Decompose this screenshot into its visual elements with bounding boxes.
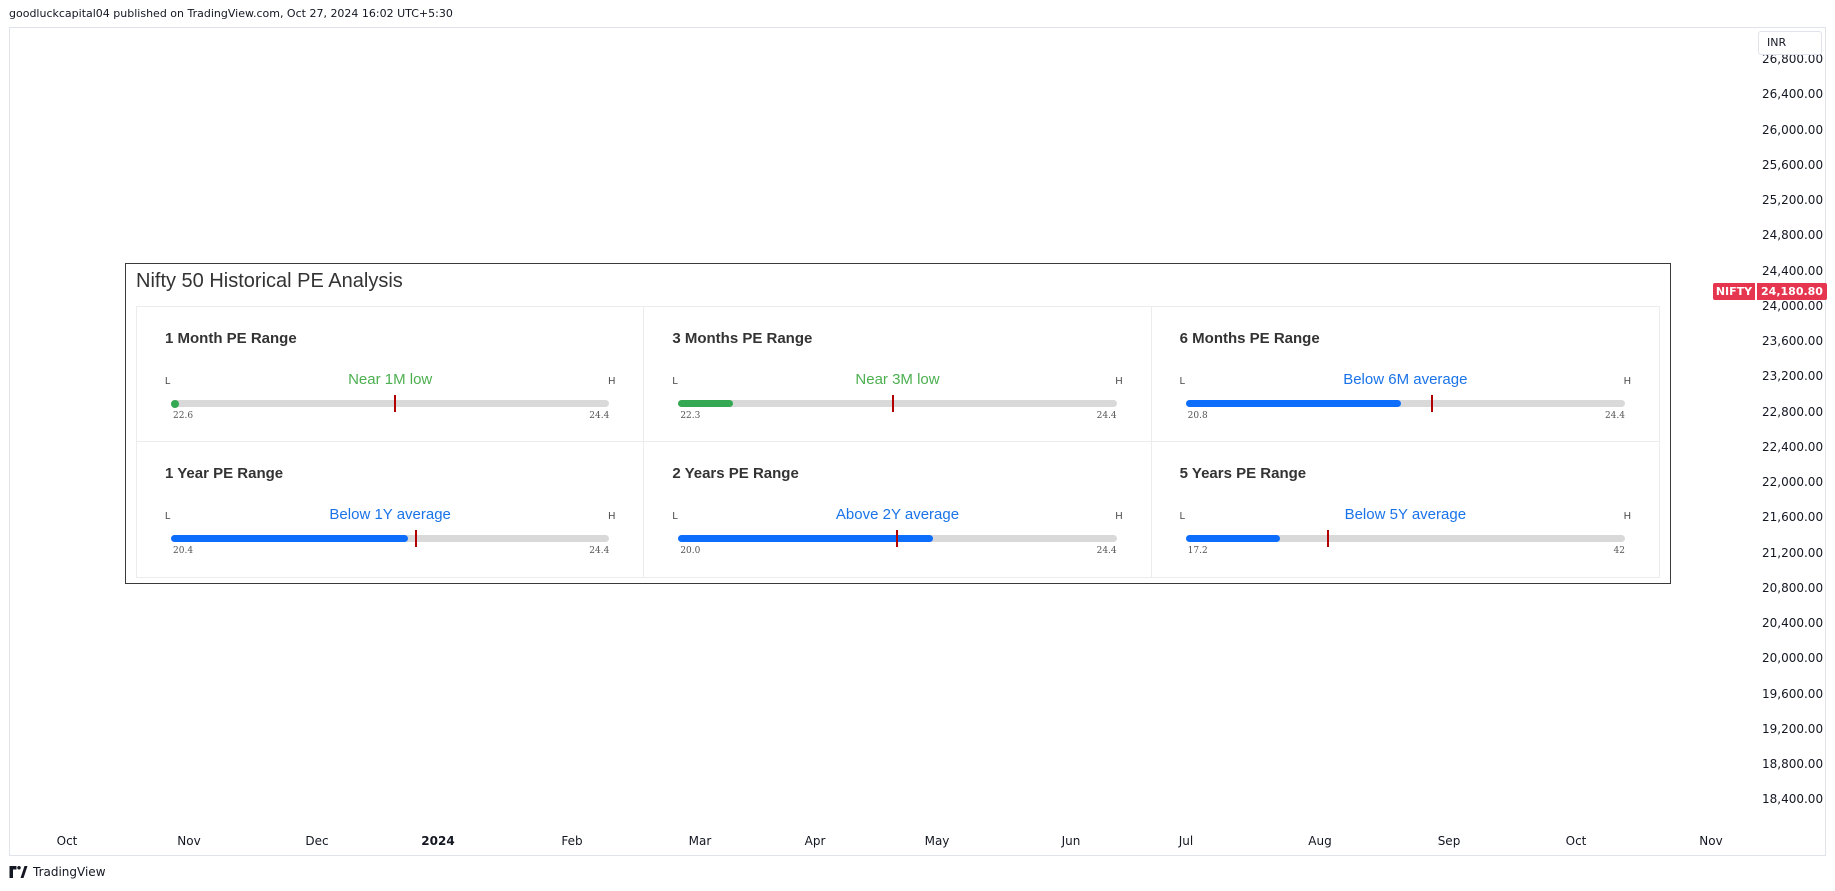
price-axis-label: 24,400.00 <box>1762 263 1824 278</box>
last-price-tag: NIFTY 24,180.80 <box>1713 283 1827 300</box>
pe-range-card: 5 Years PE Range L H Below 5Y average 17.2 42 <box>1152 442 1659 577</box>
card-title: 1 Year PE Range <box>165 465 284 482</box>
time-axis-label: Jun <box>1061 834 1081 848</box>
time-axis[interactable]: Oct Nov Dec 2024 Feb Mar Apr May Jun Jul Aug Sep Oct… <box>9 834 1723 854</box>
time-axis-label: Jul <box>1178 834 1194 848</box>
range-track <box>678 530 1117 547</box>
currency-button[interactable]: INR <box>1758 31 1822 55</box>
range-status: Below 1Y average <box>329 506 451 523</box>
pe-range-grid: 1 Month PE Range L H Near 1M low 22.6 24.4 3 M… <box>136 306 1660 578</box>
range-low-value: 17.2 <box>1187 546 1208 556</box>
range-low-value: 20.8 <box>1187 411 1208 421</box>
range-track <box>678 395 1117 412</box>
time-axis-label: Sep <box>1437 834 1461 848</box>
price-axis-label: 25,600.00 <box>1762 157 1824 172</box>
price-axis-label: 22,800.00 <box>1762 404 1824 419</box>
time-axis-label: Oct <box>1565 834 1587 848</box>
range-low-value: 20.0 <box>680 546 701 556</box>
price-axis[interactable]: 26,800.00 26,400.00 26,000.00 25,600.00 25,2… <box>1700 0 1835 891</box>
price-axis-label: 26,400.00 <box>1762 87 1824 102</box>
range-status: Below 6M average <box>1343 371 1468 388</box>
time-axis-label: Feb <box>561 834 583 848</box>
range-low-value: 22.3 <box>680 411 701 421</box>
price-axis-label: 24,800.00 <box>1762 228 1824 243</box>
range-high-value: 42 <box>1613 546 1625 556</box>
tradingview-logo[interactable]: TradingView <box>9 865 106 879</box>
average-marker <box>393 395 396 412</box>
price-axis-label: 24,000.00 <box>1762 298 1824 313</box>
range-high-value: 24.4 <box>589 411 610 421</box>
time-axis-label: Apr <box>804 834 826 848</box>
last-price-value: 24,180.80 <box>1757 283 1827 300</box>
range-high-value: 24.4 <box>1096 411 1117 421</box>
tradingview-logo-icon <box>9 866 28 878</box>
range-track <box>171 530 610 547</box>
range-track <box>1185 530 1625 547</box>
current-pe-fill <box>171 399 179 408</box>
logo-text: TradingView <box>33 865 106 879</box>
time-axis-label: Oct <box>56 834 78 848</box>
time-axis-label: 2024 <box>421 834 455 848</box>
current-pe-fill <box>171 535 408 542</box>
range-low-value: 20.4 <box>173 546 194 556</box>
current-pe-fill <box>1185 535 1281 542</box>
range-high-value: 24.4 <box>1604 411 1625 421</box>
price-axis-label: 21,600.00 <box>1762 510 1824 525</box>
current-pe-fill <box>678 400 734 407</box>
price-axis-label: 19,200.00 <box>1762 721 1824 736</box>
range-high-value: 24.4 <box>1096 546 1117 556</box>
time-axis-label: Nov <box>177 834 201 848</box>
average-marker <box>1327 530 1330 547</box>
pe-range-card: 6 Months PE Range L H Below 6M average 20.8 2… <box>1151 307 1659 442</box>
price-axis-label: 22,000.00 <box>1762 475 1824 489</box>
pe-range-card: 1 Year PE Range L H Below 1Y average 20.4 24.… <box>137 442 645 577</box>
card-title: 5 Years PE Range <box>1179 465 1307 482</box>
pe-range-card: 3 Months PE Range L H Near 3M low 22.3 24.4 <box>644 307 1152 442</box>
range-low-value: 22.6 <box>173 411 194 421</box>
time-axis-label: May <box>924 834 950 848</box>
time-axis-label: Mar <box>688 834 712 848</box>
time-axis-label: Aug <box>1308 834 1332 848</box>
price-axis-label: 26,000.00 <box>1762 122 1824 137</box>
average-marker <box>415 530 418 547</box>
range-status: Above 2Y average <box>835 506 960 523</box>
symbol-label: NIFTY <box>1713 283 1755 300</box>
price-axis-label: 25,200.00 <box>1762 193 1824 207</box>
average-marker <box>896 530 899 547</box>
published-caption: goodluckcapital04 published on TradingVi… <box>9 7 453 20</box>
card-title: 3 Months PE Range <box>672 330 813 347</box>
price-axis-label: 18,400.00 <box>1762 792 1824 807</box>
pe-range-card: 1 Month PE Range L H Near 1M low 22.6 24.4 <box>137 307 645 442</box>
time-axis-label: Nov <box>1699 834 1723 848</box>
price-axis-label: 23,200.00 <box>1762 369 1824 384</box>
average-marker <box>892 395 895 412</box>
price-axis-label: 22,400.00 <box>1762 439 1824 454</box>
range-track <box>1185 395 1625 412</box>
card-title: 1 Month PE Range <box>165 330 297 347</box>
current-pe-fill <box>678 535 933 542</box>
price-axis-label: 20,000.00 <box>1762 651 1824 666</box>
price-axis-label: 21,200.00 <box>1762 545 1824 560</box>
price-axis-label: 20,400.00 <box>1762 616 1824 630</box>
card-title: 2 Years PE Range <box>672 465 799 482</box>
range-status: Near 3M low <box>855 371 940 388</box>
card-title: 6 Months PE Range <box>1179 330 1320 347</box>
average-marker <box>1430 395 1433 412</box>
pe-analysis-panel: Nifty 50 Historical PE Analysis 1 Month … <box>125 263 1671 584</box>
current-pe-fill <box>1185 400 1401 407</box>
price-axis-label: 20,800.00 <box>1762 580 1824 595</box>
price-axis-label: 19,600.00 <box>1762 686 1824 701</box>
panel-title: Nifty 50 Historical PE Analysis <box>136 270 403 292</box>
range-status: Near 1M low <box>348 371 433 388</box>
range-status: Below 5Y average <box>1344 506 1467 523</box>
price-axis-label: 18,800.00 <box>1762 757 1824 771</box>
price-axis-label: 23,600.00 <box>1762 334 1824 348</box>
pe-range-card: 2 Years PE Range L H Above 2Y average 20.0 24… <box>644 442 1152 577</box>
range-high-value: 24.4 <box>589 546 610 556</box>
range-track <box>171 395 610 412</box>
time-axis-label: Dec <box>305 834 329 848</box>
